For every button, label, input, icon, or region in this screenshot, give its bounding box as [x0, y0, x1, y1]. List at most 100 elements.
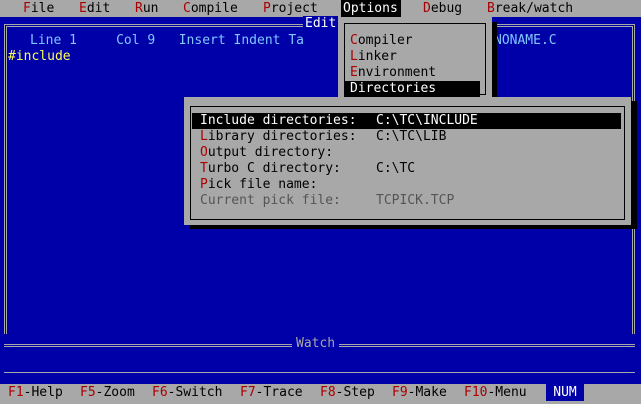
menu-hotkey: C	[183, 1, 191, 16]
menu-label: roject	[270, 1, 318, 16]
menu-compile[interactable]: Compile	[181, 0, 240, 17]
options-item-environment[interactable]: Environment	[344, 65, 480, 81]
fkey-make[interactable]: F9-Make	[392, 384, 447, 401]
output-directory-row[interactable]: Output directory:	[192, 145, 621, 161]
menu-hotkey: P	[263, 1, 271, 16]
status-indent: Indent	[233, 33, 281, 48]
dir-row-value: C:\TC\INCLUDE	[376, 113, 478, 128]
library-directories-row[interactable]: Library directories: C:\TC\LIB	[192, 129, 621, 145]
option-label: ompiler	[357, 33, 413, 48]
pick-file-name-row[interactable]: Pick file name:	[192, 177, 621, 193]
dir-row-hotkey: L	[200, 129, 208, 144]
fkey-label: -Make	[407, 385, 447, 400]
fkey-step[interactable]: F8-Step	[320, 384, 375, 401]
dir-row-label-text: ick file name:	[207, 177, 318, 192]
option-hotkey: E	[350, 65, 358, 80]
menu-hotkey: O	[343, 1, 351, 16]
options-dropdown: Compiler Linker Environment Directories	[338, 17, 492, 99]
watch-window-bottom-border	[4, 372, 635, 373]
menu-break-watch[interactable]: Break/watch	[485, 0, 575, 17]
status-col-number: Col 9	[116, 33, 156, 48]
option-hotkey: C	[350, 33, 358, 48]
status-line-number: Line 1	[30, 33, 77, 48]
menu-label: reak/watch	[494, 1, 574, 16]
menu-run[interactable]: Run	[133, 0, 160, 17]
dir-row-value: TCPICK.TCP	[376, 193, 455, 208]
option-label: inker	[357, 49, 397, 64]
dir-row-hotkey: O	[200, 145, 208, 160]
menu-bar: File Edit Run Compile Project Options De…	[0, 0, 641, 17]
fkey-key: F8	[320, 385, 336, 400]
fkey-label: -Switch	[167, 385, 223, 400]
dir-row-label: Turbo C directory:	[200, 161, 341, 177]
fkey-label: -Zoom	[95, 385, 135, 400]
status-tab: Ta	[288, 33, 304, 48]
fkey-help[interactable]: F1-Help	[8, 384, 63, 401]
dir-row-label: Include directories:	[200, 113, 357, 129]
dir-row-value: C:\TC	[376, 161, 416, 176]
fkey-key: F10	[464, 385, 488, 400]
menu-options[interactable]: Options	[341, 0, 401, 17]
dir-row-label-text: utput directory:	[207, 145, 334, 160]
menu-edit[interactable]: Edit	[77, 0, 112, 17]
dir-row-label: Current pick file:	[200, 193, 341, 209]
fkey-key: F7	[240, 385, 256, 400]
dir-row-label: Pick file name:	[200, 177, 317, 193]
dir-row-hotkey: T	[200, 161, 208, 176]
editor-status-line: Line 1 Col 9 Insert Indent Ta	[30, 33, 304, 49]
dir-row-hotkey: I	[200, 113, 208, 128]
fkey-label: -Help	[23, 385, 63, 400]
current-pick-file-row: Current pick file: TCPICK.TCP	[192, 193, 621, 209]
fkey-label: -Step	[335, 385, 375, 400]
menu-label: un	[142, 1, 159, 16]
menu-debug[interactable]: Debug	[421, 0, 464, 17]
dir-row-hotkey: P	[200, 177, 208, 192]
menu-hotkey: R	[135, 1, 143, 16]
dir-row-label-text: ibrary directories:	[207, 129, 357, 144]
dir-row-value: C:\TC\LIB	[376, 129, 447, 144]
fkey-switch[interactable]: F6-Switch	[152, 384, 222, 401]
option-hotkey: L	[350, 49, 358, 64]
dir-row-label-text: nclude directories:	[207, 113, 357, 128]
status-insert: Insert	[178, 33, 226, 48]
menu-hotkey: D	[423, 1, 431, 16]
menu-file[interactable]: File	[21, 0, 56, 17]
turbo-c-directory-row[interactable]: Turbo C directory: C:\TC	[192, 161, 621, 177]
dir-row-label: Library directories:	[200, 129, 357, 145]
fkey-zoom[interactable]: F5-Zoom	[80, 384, 135, 401]
option-label: nvironment	[357, 65, 437, 80]
fkey-label: -Menu	[487, 385, 527, 400]
fkey-key: F9	[392, 385, 408, 400]
menu-label: ile	[30, 1, 55, 16]
options-item-linker[interactable]: Linker	[344, 49, 480, 65]
fkey-key: F1	[8, 385, 24, 400]
watch-window-title: Watch	[292, 336, 340, 352]
menu-label: ebug	[430, 1, 463, 16]
dir-row-label-text: urbo C directory:	[207, 161, 341, 176]
dir-row-label: Output directory:	[200, 145, 333, 161]
options-item-compiler[interactable]: Compiler	[344, 33, 480, 49]
num-lock-indicator: NUM	[546, 384, 584, 401]
fkey-key: F6	[152, 385, 168, 400]
function-key-bar: F1-Help F5-Zoom F6-Switch F7-Trace F8-St…	[0, 384, 641, 404]
menu-label: ptions	[350, 1, 398, 16]
menu-hotkey: B	[487, 1, 495, 16]
menu-hotkey: E	[79, 1, 87, 16]
fkey-menu[interactable]: F10-Menu	[464, 384, 527, 401]
menu-label: ompile	[190, 1, 238, 16]
fkey-label: -Trace	[255, 385, 303, 400]
fkey-key: F5	[80, 385, 96, 400]
option-label: irectories	[357, 81, 437, 96]
include-directories-row[interactable]: Include directories: C:\TC\INCLUDE	[192, 113, 621, 129]
menu-label: dit	[86, 1, 111, 16]
options-item-directories[interactable]: Directories	[344, 81, 480, 97]
fkey-trace[interactable]: F7-Trace	[240, 384, 303, 401]
option-hotkey: D	[350, 81, 358, 96]
editor-content[interactable]: #include	[8, 49, 71, 65]
directories-dialog: Include directories: C:\TC\INCLUDE Libra…	[184, 97, 631, 225]
menu-project[interactable]: Project	[261, 0, 320, 17]
editor-file-name: NONAME.C	[494, 33, 557, 48]
menu-hotkey: F	[23, 1, 31, 16]
dir-row-label-text: Current pick file:	[200, 193, 341, 208]
edit-window-title: Edit	[303, 16, 339, 32]
